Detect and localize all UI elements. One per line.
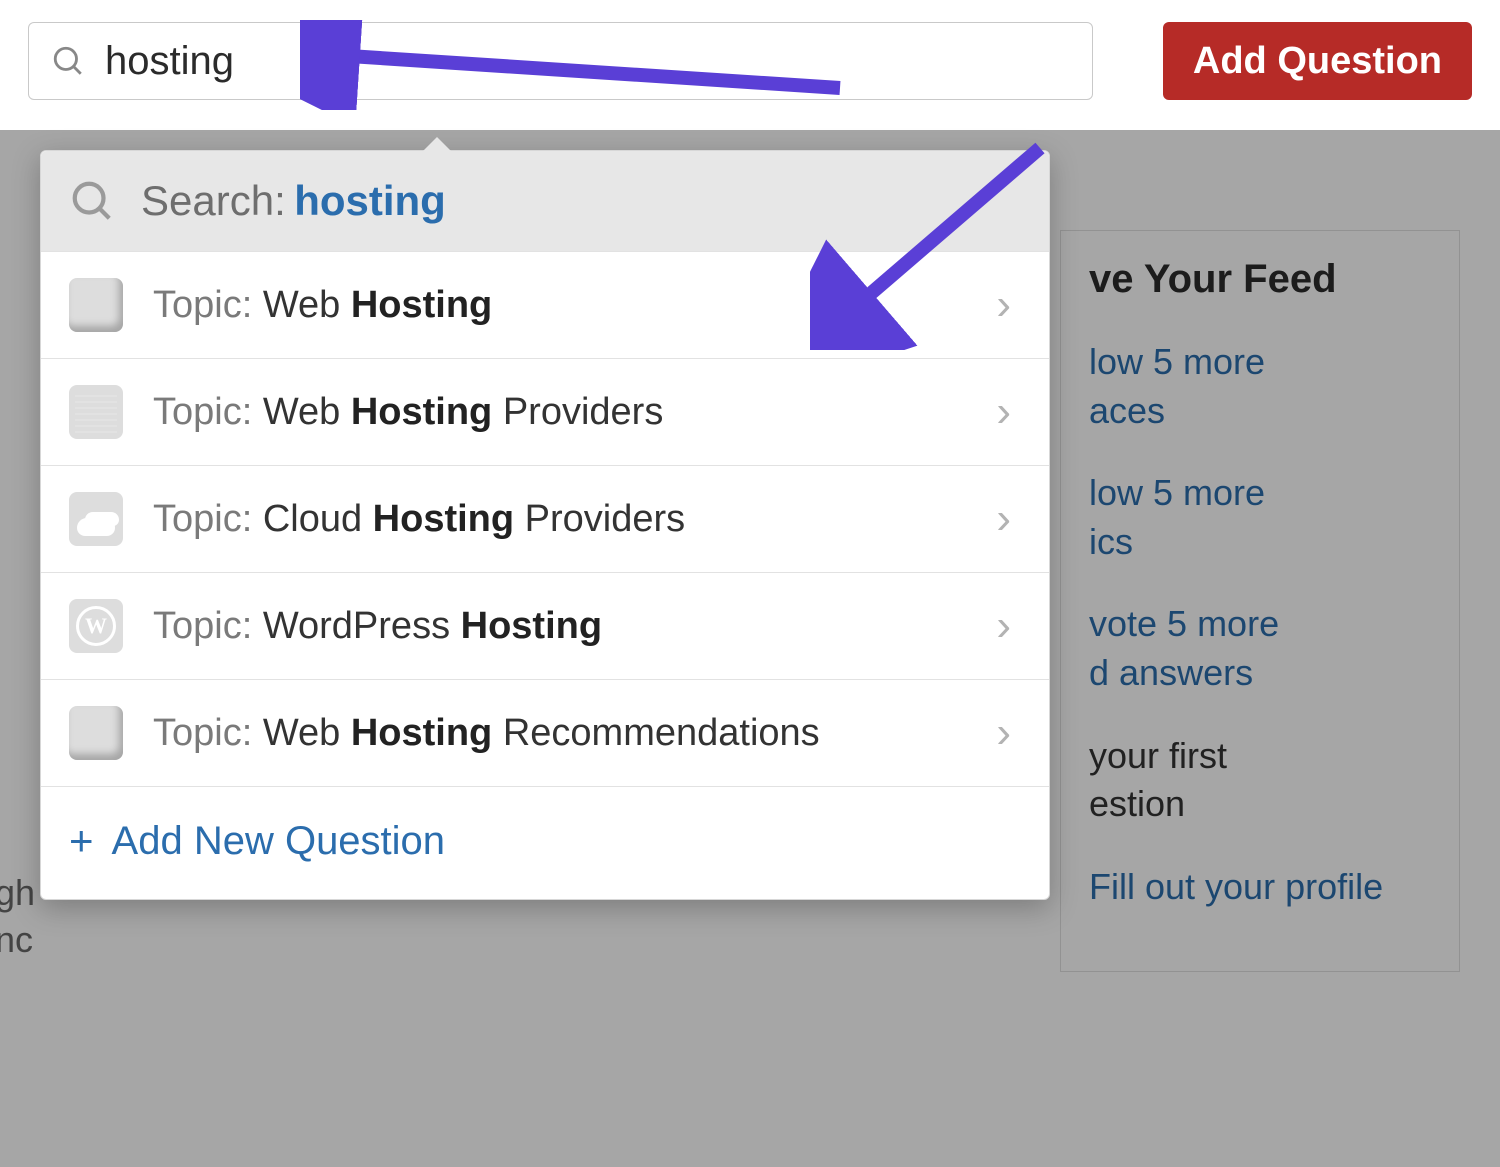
suggestion-bold: Hosting — [351, 284, 492, 326]
suggestion-prefix: Topic: — [153, 712, 263, 754]
search-input[interactable] — [105, 39, 1070, 84]
top-bar: Add Question — [0, 0, 1500, 122]
globe-icon — [69, 278, 123, 332]
suggestion-before: Cloud — [263, 498, 373, 540]
chevron-right-icon: › — [996, 387, 1021, 437]
panel-pointer-icon — [421, 137, 453, 153]
wordpress-icon: W — [69, 599, 123, 653]
suggestion-prefix: Topic: — [153, 391, 263, 433]
suggestion-bold: Hosting — [351, 712, 492, 754]
suggestion-text: Topic: Web Hosting Recommendations — [153, 712, 966, 755]
suggestion-item-web-hosting-recommendations[interactable]: Topic: Web Hosting Recommendations › — [41, 679, 1049, 786]
add-new-question-label: Add New Question — [112, 819, 446, 864]
search-icon — [69, 178, 115, 224]
add-new-question-link[interactable]: + Add New Question — [41, 786, 1049, 899]
suggestion-prefix: Topic: — [153, 605, 263, 647]
suggestion-before: Web — [263, 284, 351, 326]
suggestion-before: WordPress — [263, 605, 461, 647]
servers-icon — [69, 385, 123, 439]
suggestion-text: Topic: Cloud Hosting Providers — [153, 498, 966, 541]
chevron-right-icon: › — [996, 601, 1021, 651]
chevron-right-icon: › — [996, 280, 1021, 330]
suggestion-after: Providers — [492, 391, 663, 433]
suggestion-prefix: Topic: — [153, 284, 263, 326]
chevron-right-icon: › — [996, 494, 1021, 544]
suggestion-item-wordpress-hosting[interactable]: W Topic: WordPress Hosting › — [41, 572, 1049, 679]
suggestion-after: Providers — [514, 498, 685, 540]
cloud-icon — [69, 492, 123, 546]
suggestion-before: Web — [263, 391, 351, 433]
suggestion-text: Topic: Web Hosting Providers — [153, 391, 966, 434]
search-field-container[interactable] — [28, 22, 1093, 100]
suggestion-after: Recommendations — [492, 712, 819, 754]
suggestion-bold: Hosting — [351, 391, 492, 433]
search-header-label: Search: — [141, 177, 286, 224]
add-question-button[interactable]: Add Question — [1163, 22, 1472, 100]
search-header-term: hosting — [294, 177, 446, 224]
suggestion-item-cloud-hosting-providers[interactable]: Topic: Cloud Hosting Providers › — [41, 465, 1049, 572]
suggestion-bold: Hosting — [461, 605, 602, 647]
search-suggestion-header[interactable]: Search: hosting — [41, 151, 1049, 251]
plus-icon: + — [69, 817, 94, 865]
chevron-right-icon: › — [996, 708, 1021, 758]
globe-icon — [69, 706, 123, 760]
search-suggestions-panel: Search: hosting Topic: Web Hosting › Top… — [40, 150, 1050, 900]
suggestion-prefix: Topic: — [153, 498, 263, 540]
suggestion-text: Topic: WordPress Hosting — [153, 605, 966, 648]
suggestion-before: Web — [263, 712, 351, 754]
search-icon — [51, 44, 85, 78]
suggestion-bold: Hosting — [373, 498, 514, 540]
suggestion-item-web-hosting-providers[interactable]: Topic: Web Hosting Providers › — [41, 358, 1049, 465]
suggestion-item-web-hosting[interactable]: Topic: Web Hosting › — [41, 251, 1049, 358]
suggestion-text: Topic: Web Hosting — [153, 284, 966, 327]
